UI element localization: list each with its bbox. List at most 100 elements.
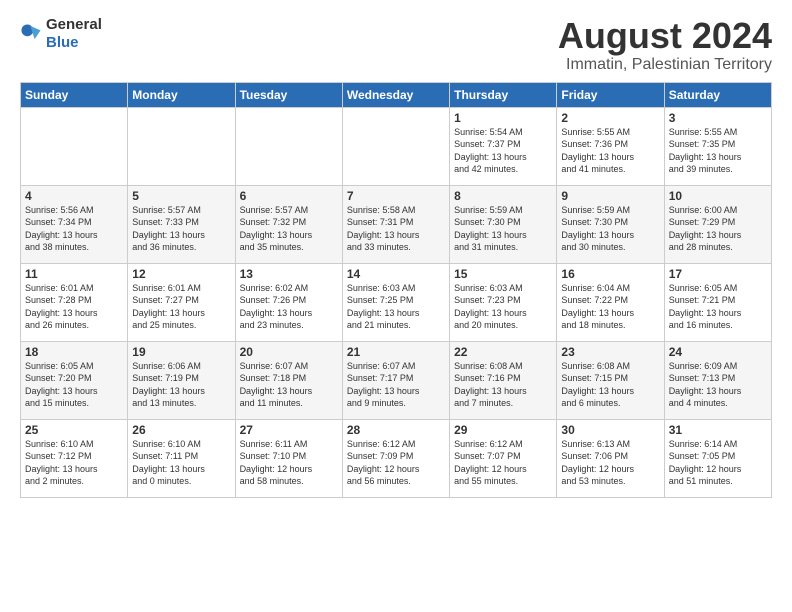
- calendar-title: August 2024: [558, 16, 772, 56]
- day-detail: Sunrise: 6:06 AMSunset: 7:19 PMDaylight:…: [132, 361, 205, 409]
- calendar-cell: 11 Sunrise: 6:01 AMSunset: 7:28 PMDayligh…: [21, 263, 128, 341]
- day-number: 29: [454, 423, 552, 437]
- col-tuesday: Tuesday: [235, 82, 342, 107]
- calendar-body: 1 Sunrise: 5:54 AMSunset: 7:37 PMDaylight…: [21, 107, 772, 497]
- calendar-cell: 14Sunrise: 6:03 AMSunset: 7:25 PMDayligh…: [342, 263, 449, 341]
- day-detail: Sunrise: 6:14 AMSunset: 7:05 PMDaylight:…: [669, 439, 742, 487]
- logo-icon: [20, 23, 42, 45]
- week-row-0: 1 Sunrise: 5:54 AMSunset: 7:37 PMDaylight…: [21, 107, 772, 185]
- day-detail: Sunrise: 5:55 AMSunset: 7:36 PMDaylight:…: [561, 127, 634, 175]
- day-detail: Sunrise: 6:01 AMSunset: 7:27 PMDaylight:…: [132, 283, 205, 331]
- day-detail: Sunrise: 5:55 AMSunset: 7:35 PMDaylight:…: [669, 127, 742, 175]
- day-detail: Sunrise: 6:12 AMSunset: 7:09 PMDaylight:…: [347, 439, 420, 487]
- logo-text: General Blue: [46, 16, 102, 52]
- day-number: 31: [669, 423, 767, 437]
- calendar-cell: 1 Sunrise: 5:54 AMSunset: 7:37 PMDaylight…: [450, 107, 557, 185]
- calendar-cell: 12 Sunrise: 6:01 AMSunset: 7:27 PMDayligh…: [128, 263, 235, 341]
- calendar-cell: [235, 107, 342, 185]
- day-detail: Sunrise: 6:04 AMSunset: 7:22 PMDaylight:…: [561, 283, 634, 331]
- day-number: 2: [561, 111, 659, 125]
- day-number: 22: [454, 345, 552, 359]
- calendar-header: Sunday Monday Tuesday Wednesday Thursday…: [21, 82, 772, 107]
- day-detail: Sunrise: 6:02 AMSunset: 7:26 PMDaylight:…: [240, 283, 313, 331]
- day-detail: Sunrise: 6:08 AMSunset: 7:16 PMDaylight:…: [454, 361, 527, 409]
- calendar-cell: 2 Sunrise: 5:55 AMSunset: 7:36 PMDaylight…: [557, 107, 664, 185]
- week-row-2: 11 Sunrise: 6:01 AMSunset: 7:28 PMDayligh…: [21, 263, 772, 341]
- day-number: 9: [561, 189, 659, 203]
- day-detail: Sunrise: 6:11 AMSunset: 7:10 PMDaylight:…: [240, 439, 313, 487]
- day-detail: Sunrise: 5:59 AMSunset: 7:30 PMDaylight:…: [561, 205, 634, 253]
- calendar-cell: 10 Sunrise: 6:00 AMSunset: 7:29 PMDayligh…: [664, 185, 771, 263]
- day-detail: Sunrise: 6:10 AMSunset: 7:11 PMDaylight:…: [132, 439, 205, 487]
- calendar-cell: 9 Sunrise: 5:59 AMSunset: 7:30 PMDaylight…: [557, 185, 664, 263]
- day-number: 8: [454, 189, 552, 203]
- day-number: 27: [240, 423, 338, 437]
- day-detail: Sunrise: 6:09 AMSunset: 7:13 PMDaylight:…: [669, 361, 742, 409]
- day-number: 16: [561, 267, 659, 281]
- col-wednesday: Wednesday: [342, 82, 449, 107]
- calendar-cell: 6 Sunrise: 5:57 AMSunset: 7:32 PMDaylight…: [235, 185, 342, 263]
- calendar-cell: 4 Sunrise: 5:56 AMSunset: 7:34 PMDaylight…: [21, 185, 128, 263]
- header-row: Sunday Monday Tuesday Wednesday Thursday…: [21, 82, 772, 107]
- day-number: 20: [240, 345, 338, 359]
- day-detail: Sunrise: 5:57 AMSunset: 7:32 PMDaylight:…: [240, 205, 313, 253]
- day-number: 17: [669, 267, 767, 281]
- day-number: 4: [25, 189, 123, 203]
- day-number: 12: [132, 267, 230, 281]
- week-row-3: 18 Sunrise: 6:05 AMSunset: 7:20 PMDayligh…: [21, 341, 772, 419]
- calendar-cell: 18 Sunrise: 6:05 AMSunset: 7:20 PMDayligh…: [21, 341, 128, 419]
- col-friday: Friday: [557, 82, 664, 107]
- calendar-cell: 25 Sunrise: 6:10 AMSunset: 7:12 PMDayligh…: [21, 419, 128, 497]
- day-detail: Sunrise: 6:05 AMSunset: 7:20 PMDaylight:…: [25, 361, 98, 409]
- day-number: 21: [347, 345, 445, 359]
- day-number: 10: [669, 189, 767, 203]
- day-detail: Sunrise: 6:10 AMSunset: 7:12 PMDaylight:…: [25, 439, 98, 487]
- calendar-cell: 31 Sunrise: 6:14 AMSunset: 7:05 PMDayligh…: [664, 419, 771, 497]
- day-number: 28: [347, 423, 445, 437]
- week-row-1: 4 Sunrise: 5:56 AMSunset: 7:34 PMDaylight…: [21, 185, 772, 263]
- calendar-cell: 26 Sunrise: 6:10 AMSunset: 7:11 PMDayligh…: [128, 419, 235, 497]
- calendar-cell: 27 Sunrise: 6:11 AMSunset: 7:10 PMDayligh…: [235, 419, 342, 497]
- page: General Blue August 2024 Immatin, Palest…: [0, 0, 792, 612]
- calendar-cell: [342, 107, 449, 185]
- header: General Blue August 2024 Immatin, Palest…: [20, 16, 772, 74]
- day-number: 13: [240, 267, 338, 281]
- calendar-cell: 24 Sunrise: 6:09 AMSunset: 7:13 PMDayligh…: [664, 341, 771, 419]
- day-number: 11: [25, 267, 123, 281]
- day-detail: Sunrise: 6:05 AMSunset: 7:21 PMDaylight:…: [669, 283, 742, 331]
- calendar-cell: 5Sunrise: 5:57 AMSunset: 7:33 PMDaylight…: [128, 185, 235, 263]
- day-detail: Sunrise: 5:54 AMSunset: 7:37 PMDaylight:…: [454, 127, 527, 175]
- col-saturday: Saturday: [664, 82, 771, 107]
- calendar-cell: 21Sunrise: 6:07 AMSunset: 7:17 PMDayligh…: [342, 341, 449, 419]
- day-number: 25: [25, 423, 123, 437]
- day-detail: Sunrise: 6:12 AMSunset: 7:07 PMDaylight:…: [454, 439, 527, 487]
- calendar-cell: 30 Sunrise: 6:13 AMSunset: 7:06 PMDayligh…: [557, 419, 664, 497]
- day-number: 30: [561, 423, 659, 437]
- col-sunday: Sunday: [21, 82, 128, 107]
- day-number: 14: [347, 267, 445, 281]
- calendar-cell: 22 Sunrise: 6:08 AMSunset: 7:16 PMDayligh…: [450, 341, 557, 419]
- day-number: 6: [240, 189, 338, 203]
- day-detail: Sunrise: 6:01 AMSunset: 7:28 PMDaylight:…: [25, 283, 98, 331]
- day-number: 1: [454, 111, 552, 125]
- title-area: August 2024 Immatin, Palestinian Territo…: [558, 16, 772, 74]
- calendar-cell: 15Sunrise: 6:03 AMSunset: 7:23 PMDayligh…: [450, 263, 557, 341]
- day-detail: Sunrise: 6:13 AMSunset: 7:06 PMDaylight:…: [561, 439, 634, 487]
- calendar-cell: 3 Sunrise: 5:55 AMSunset: 7:35 PMDaylight…: [664, 107, 771, 185]
- day-number: 7: [347, 189, 445, 203]
- calendar-cell: [21, 107, 128, 185]
- calendar-cell: 19Sunrise: 6:06 AMSunset: 7:19 PMDayligh…: [128, 341, 235, 419]
- day-detail: Sunrise: 6:00 AMSunset: 7:29 PMDaylight:…: [669, 205, 742, 253]
- day-number: 26: [132, 423, 230, 437]
- day-number: 24: [669, 345, 767, 359]
- week-row-4: 25 Sunrise: 6:10 AMSunset: 7:12 PMDayligh…: [21, 419, 772, 497]
- logo-blue: Blue: [46, 34, 79, 51]
- calendar-cell: 7Sunrise: 5:58 AMSunset: 7:31 PMDaylight…: [342, 185, 449, 263]
- day-number: 18: [25, 345, 123, 359]
- day-detail: Sunrise: 5:56 AMSunset: 7:34 PMDaylight:…: [25, 205, 98, 253]
- calendar-cell: 17 Sunrise: 6:05 AMSunset: 7:21 PMDayligh…: [664, 263, 771, 341]
- calendar-cell: 16 Sunrise: 6:04 AMSunset: 7:22 PMDayligh…: [557, 263, 664, 341]
- day-detail: Sunrise: 6:07 AMSunset: 7:18 PMDaylight:…: [240, 361, 313, 409]
- day-number: 3: [669, 111, 767, 125]
- day-number: 5: [132, 189, 230, 203]
